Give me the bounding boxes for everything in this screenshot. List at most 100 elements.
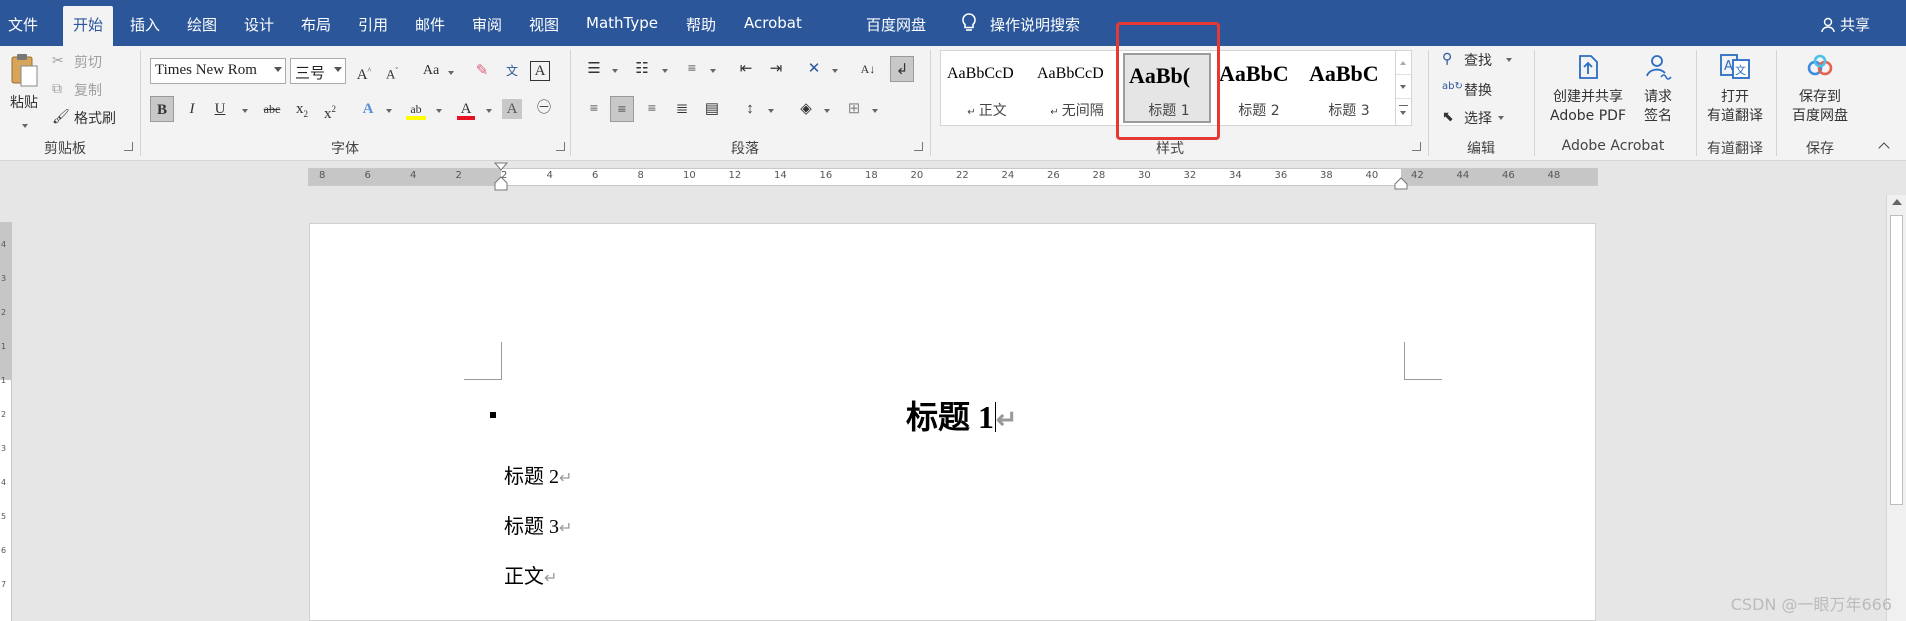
text-effects-icon[interactable]: A	[356, 96, 380, 122]
gallery-more-icon[interactable]	[1396, 99, 1411, 123]
tab-file[interactable]: 文件	[8, 14, 38, 35]
sort-icon[interactable]: A↓	[856, 56, 880, 82]
scroll-up-icon[interactable]	[1892, 199, 1902, 205]
style-heading-2[interactable]: AaBbC 标题 2	[1215, 53, 1303, 123]
indent-marker-icon[interactable]	[494, 162, 508, 192]
tab-acrobat[interactable]: Acrobat	[744, 14, 802, 32]
strikethrough-button[interactable]: abc	[258, 96, 286, 122]
right-indent-marker-icon[interactable]	[1394, 176, 1408, 190]
chevron-down-icon[interactable]	[710, 69, 716, 73]
paragraph-launcher-icon[interactable]	[914, 142, 923, 151]
lightbulb-icon[interactable]	[960, 12, 978, 34]
chevron-down-icon[interactable]	[662, 69, 668, 73]
tab-design[interactable]: 设计	[244, 14, 274, 35]
heading-2-paragraph[interactable]: 标题 2↵	[504, 460, 572, 489]
tab-insert[interactable]: 插入	[130, 14, 160, 35]
chevron-down-icon[interactable]	[832, 69, 838, 73]
paste-button[interactable]: 粘贴	[4, 52, 44, 128]
align-left-icon[interactable]: ≡	[582, 96, 606, 122]
italic-button[interactable]: I	[180, 96, 204, 122]
character-border-icon[interactable]: A	[530, 61, 550, 81]
tab-mailings[interactable]: 邮件	[415, 14, 445, 35]
font-name-combobox[interactable]: Times New Rom	[150, 58, 286, 84]
enclose-characters-icon[interactable]: ㊀	[532, 96, 556, 122]
vertical-scrollbar[interactable]	[1886, 195, 1906, 621]
shading-bucket-icon[interactable]: ◈	[794, 96, 818, 122]
styles-launcher-icon[interactable]	[1412, 142, 1421, 151]
tab-baidu-netdisk[interactable]: 百度网盘	[866, 14, 926, 35]
chevron-down-icon[interactable]	[768, 109, 774, 113]
document-page[interactable]: 标题 1↵ 标题 2↵ 标题 3↵ 正文↵	[309, 223, 1596, 621]
tab-help[interactable]: 帮助	[686, 14, 716, 35]
request-signature-button[interactable]: 请求 签名	[1634, 52, 1682, 126]
align-center-icon[interactable]: ≡	[610, 96, 634, 122]
show-paragraph-marks-icon[interactable]: ↲	[890, 56, 914, 82]
grow-font-icon[interactable]: A^	[352, 58, 376, 84]
open-youdao-button[interactable]: A 文 打开 有道翻译	[1700, 52, 1770, 126]
bold-button[interactable]: B	[150, 96, 174, 122]
tab-mathtype[interactable]: MathType	[586, 14, 658, 32]
heading-3-paragraph[interactable]: 标题 3↵	[504, 510, 572, 539]
copy-button[interactable]: ⧉ 复制	[52, 80, 102, 100]
chevron-down-icon[interactable]	[448, 71, 454, 75]
borders-icon[interactable]: ⊞	[842, 96, 866, 122]
tab-review[interactable]: 审阅	[472, 14, 502, 35]
style-no-spacing[interactable]: AaBbCcD ↵ 无间隔	[1033, 53, 1121, 123]
collapse-ribbon-icon[interactable]	[1878, 142, 1890, 154]
tab-view[interactable]: 视图	[529, 14, 559, 35]
select-button[interactable]: ⬉ 选择	[1442, 108, 1504, 128]
phonetic-guide-icon[interactable]: 文	[500, 58, 524, 84]
style-heading-3[interactable]: AaBbC 标题 3	[1305, 53, 1393, 123]
underline-button[interactable]: U	[208, 96, 232, 122]
font-color-icon[interactable]: A	[454, 96, 478, 122]
distributed-icon[interactable]: ▤	[700, 96, 724, 122]
chevron-down-icon[interactable]	[486, 109, 492, 113]
subscript-button[interactable]: x2	[290, 96, 314, 122]
numbering-icon[interactable]: ☷	[630, 56, 654, 82]
share-button[interactable]: 共享	[1820, 14, 1870, 35]
gallery-up-icon[interactable]	[1396, 51, 1411, 75]
heading-1-paragraph[interactable]: 标题 1↵	[906, 392, 1017, 438]
tab-layout[interactable]: 布局	[301, 14, 331, 35]
multilevel-list-icon[interactable]: ≡	[680, 56, 704, 82]
vertical-ruler[interactable]: 4 3 2 1 1 2 3 4 5 6 7	[0, 222, 12, 621]
chevron-down-icon[interactable]	[242, 109, 248, 113]
create-share-pdf-button[interactable]: 创建并共享 Adobe PDF	[1540, 52, 1636, 126]
align-right-icon[interactable]: ≡	[640, 96, 664, 122]
font-size-combobox[interactable]: 三号	[290, 58, 346, 84]
replace-button[interactable]: ab↻ 替换	[1442, 80, 1492, 100]
cut-button[interactable]: ✂ 剪切	[52, 52, 102, 72]
tab-home[interactable]: 开始	[63, 6, 114, 46]
increase-indent-icon[interactable]: ⇥	[764, 56, 788, 82]
find-button[interactable]: ⚲ 查找	[1442, 50, 1512, 70]
character-shading-icon[interactable]: A	[502, 99, 522, 119]
clear-formatting-icon[interactable]: ✎	[470, 58, 494, 84]
bullets-icon[interactable]: ☰	[582, 56, 606, 82]
scrollbar-thumb[interactable]	[1890, 215, 1903, 505]
gallery-down-icon[interactable]	[1396, 75, 1411, 99]
body-paragraph[interactable]: 正文↵	[504, 560, 557, 589]
font-launcher-icon[interactable]	[556, 142, 565, 151]
styles-gallery-scroll[interactable]	[1395, 51, 1411, 125]
chevron-down-icon[interactable]	[386, 109, 392, 113]
tell-me-search[interactable]: 操作说明搜索	[990, 14, 1080, 35]
chevron-down-icon[interactable]	[22, 124, 28, 128]
chevron-down-icon[interactable]	[824, 109, 830, 113]
justify-icon[interactable]: ≣	[670, 96, 694, 122]
tab-references[interactable]: 引用	[358, 14, 388, 35]
chevron-down-icon[interactable]	[436, 109, 442, 113]
tab-draw[interactable]: 绘图	[187, 14, 217, 35]
save-to-baidu-button[interactable]: 保存到 百度网盘	[1782, 52, 1858, 126]
format-painter-button[interactable]: 🖌 格式刷	[52, 108, 116, 128]
highlight-color-icon[interactable]: ab	[404, 96, 428, 122]
chevron-down-icon[interactable]	[872, 109, 878, 113]
superscript-button[interactable]: x2	[318, 96, 342, 122]
decrease-indent-icon[interactable]: ⇤	[734, 56, 758, 82]
shrink-font-icon[interactable]: Aˇ	[380, 58, 404, 84]
style-normal[interactable]: AaBbCcD ↵ 正文	[943, 53, 1031, 123]
chevron-down-icon[interactable]	[612, 69, 618, 73]
line-spacing-icon[interactable]: ↕	[738, 96, 762, 122]
asian-layout-icon[interactable]: ✕	[802, 56, 826, 82]
change-case-icon[interactable]: Aa	[416, 58, 446, 84]
clipboard-launcher-icon[interactable]	[124, 142, 133, 151]
